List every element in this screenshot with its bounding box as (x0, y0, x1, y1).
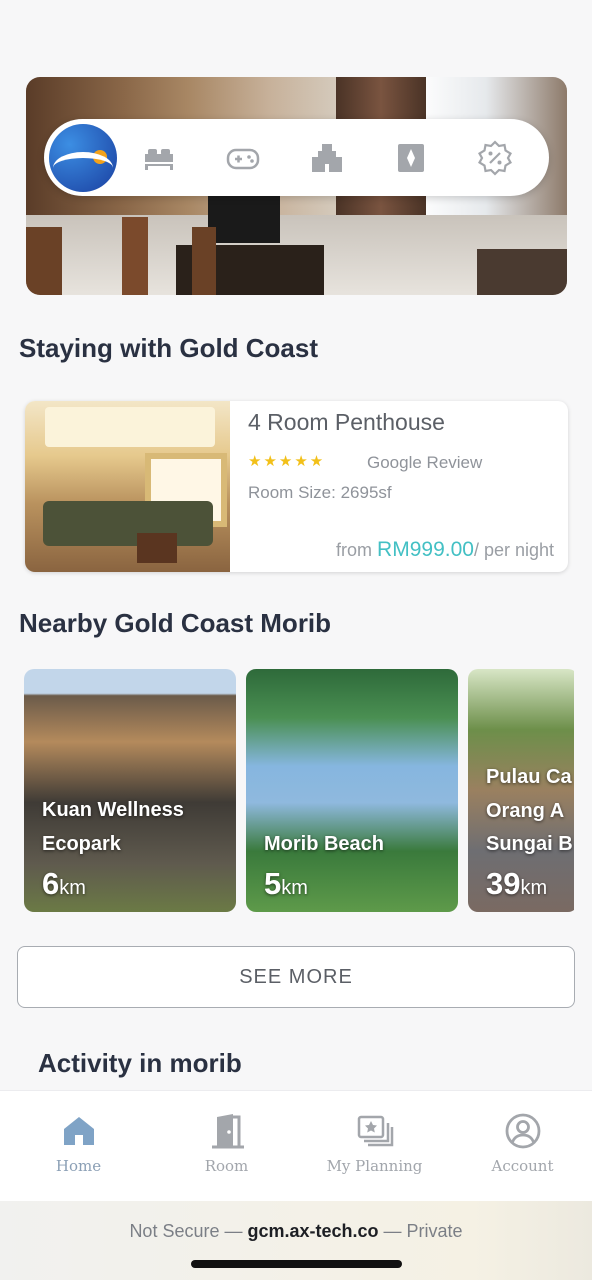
bottom-tab-bar: Home Room My Planning Account (0, 1090, 592, 1202)
section-title-activity: Activity in morib (38, 1048, 242, 1078)
security-status: Not Secure — (129, 1221, 248, 1241)
section-title-nearby: Nearby Gold Coast Morib (19, 608, 332, 638)
thumb-sofa (43, 501, 213, 546)
door-icon (211, 1114, 244, 1149)
place-name-line: Ecopark (42, 833, 121, 855)
tab-label: Room (204, 1157, 249, 1175)
distance-unit: km (281, 877, 308, 899)
place-card[interactable]: Morib Beach 5km (246, 669, 458, 912)
brand-logo[interactable] (49, 123, 117, 192)
hero-wood (192, 227, 216, 295)
hero-tv (208, 195, 280, 243)
tab-home[interactable]: Home (9, 1091, 148, 1202)
place-distance: 5km (264, 866, 308, 902)
nearby-carousel[interactable]: Kuan Wellness Ecopark 6km Morib Beach 5k… (24, 669, 574, 912)
see-more-button[interactable]: SEE MORE (17, 946, 575, 1008)
card-icon[interactable] (369, 119, 453, 196)
review-source-link[interactable]: Google Review (367, 453, 482, 473)
thumb-ceiling (45, 407, 215, 447)
photos-icon (357, 1115, 393, 1147)
url-host: gcm.ax-tech.co (247, 1221, 379, 1241)
thumb-table (137, 533, 177, 563)
place-distance: 39km (486, 866, 547, 902)
price-amount: RM999.00 (377, 538, 474, 561)
discount-icon[interactable] (453, 119, 537, 196)
tab-label: Account (491, 1157, 554, 1175)
building-icon[interactable] (285, 119, 369, 196)
distance-value: 39 (486, 866, 521, 901)
place-distance: 6km (42, 866, 86, 902)
gamepad-icon[interactable] (201, 119, 285, 196)
home-indicator[interactable] (191, 1260, 402, 1268)
hero-wood (122, 217, 148, 295)
account-icon (505, 1113, 540, 1149)
room-title: 4 Room Penthouse (248, 409, 445, 435)
price-prefix: from (336, 540, 378, 560)
category-icon-bar (44, 119, 549, 196)
bed-icon[interactable] (117, 119, 201, 196)
room-size: Room Size: 2695sf (248, 483, 392, 502)
place-name-line: Kuan Wellness (42, 799, 184, 821)
room-card[interactable]: 4 Room Penthouse ★★★★★ Google Review Roo… (25, 401, 568, 572)
distance-unit: km (520, 877, 548, 899)
hero-chair (477, 249, 567, 295)
section-title-staying: Staying with Gold Coast (19, 333, 319, 363)
hero-wood (26, 227, 62, 295)
place-name-line: Orang A (486, 800, 565, 822)
tab-my-planning[interactable]: My Planning (305, 1091, 444, 1202)
distance-value: 6 (42, 866, 60, 901)
rating-stars-icon: ★★★★★ (248, 453, 326, 470)
tab-account[interactable]: Account (453, 1091, 592, 1202)
distance-unit: km (59, 877, 86, 899)
tab-room[interactable]: Room (157, 1091, 296, 1202)
tab-label: Home (55, 1157, 102, 1175)
tab-label: My Planning (326, 1157, 423, 1175)
place-name-line: Morib Beach (264, 833, 385, 855)
distance-value: 5 (264, 866, 282, 901)
place-card[interactable]: Kuan Wellness Ecopark 6km (24, 669, 236, 912)
logo-wave (53, 151, 113, 184)
room-price: from RM999.00/ per night (336, 538, 554, 562)
url-text[interactable]: Not Secure — gcm.ax-tech.co — Private (0, 1221, 592, 1242)
room-thumbnail (25, 401, 230, 572)
browser-url-bar[interactable]: Not Secure — gcm.ax-tech.co — Private (0, 1201, 592, 1280)
browsing-mode: — Private (378, 1221, 463, 1241)
price-suffix: / per night (473, 540, 554, 560)
place-name-line: Pulau Ca (486, 766, 572, 788)
place-card[interactable]: Pulau Ca Orang A Sungai B 39km (468, 669, 574, 912)
home-icon (63, 1117, 94, 1145)
place-name-line: Sungai B (486, 833, 573, 855)
